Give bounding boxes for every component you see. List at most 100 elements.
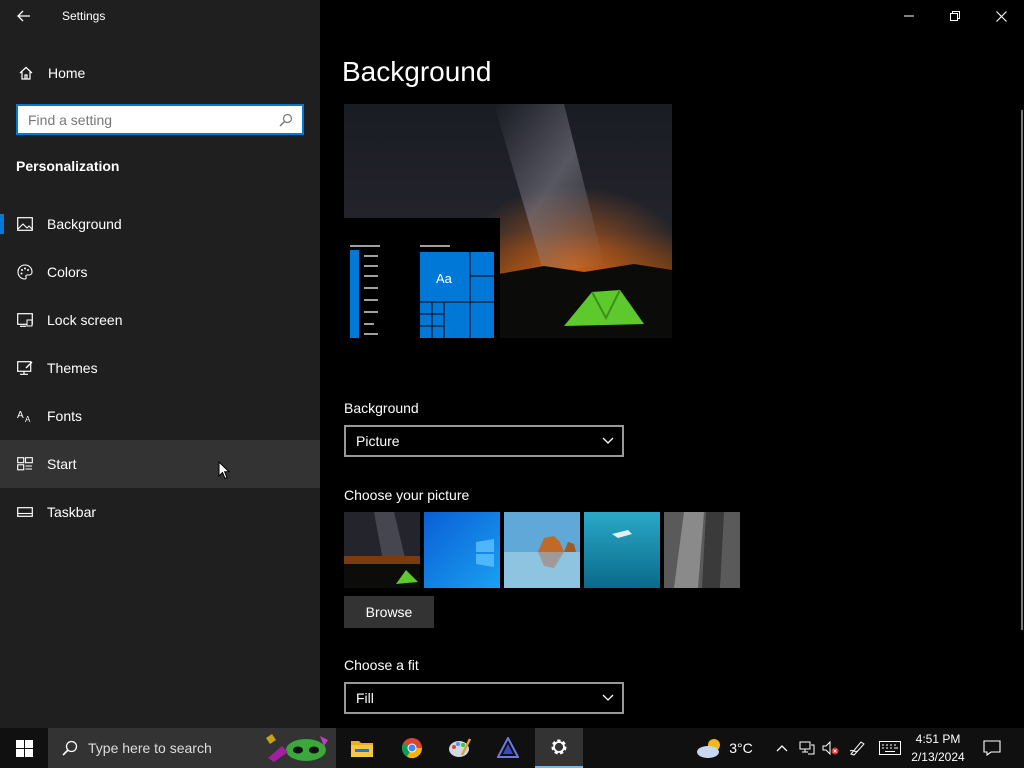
taskbar-clock[interactable]: 4:51 PM 2/13/2024 [900,730,976,766]
main-content: Background Aa Background Picture Choose … [320,0,1024,728]
search-icon[interactable] [276,110,296,130]
sidebar-item-fonts[interactable]: AA Fonts [0,392,320,440]
desktop-preview-image: Aa [344,104,672,338]
file-explorer-taskbar-button[interactable] [338,728,386,768]
page-title: Background [342,56,492,87]
start-button[interactable] [0,728,48,768]
app-title: Settings [62,9,106,23]
taskbar-icon [16,503,34,521]
taskbar-search[interactable]: Type here to search [48,728,336,768]
restore-icon [950,11,960,21]
sidebar-item-themes[interactable]: Themes [0,344,320,392]
title-bar: Settings [0,0,320,32]
network-tray-icon[interactable] [796,728,818,768]
scrollbar[interactable] [1021,110,1023,630]
chrome-taskbar-button[interactable] [388,728,436,768]
lock-screen-icon [16,311,34,329]
show-hidden-icons-button[interactable] [772,728,792,768]
home-icon [17,64,35,82]
sidebar-item-label: Start [47,456,77,472]
minimize-button[interactable] [886,0,932,32]
clock-date: 2/13/2024 [911,750,965,764]
mouse-cursor-icon [218,461,230,480]
pen-tray-icon[interactable] [846,728,870,768]
keyboard-icon [879,741,901,755]
sidebar-item-background[interactable]: Background [0,200,320,248]
sidebar-item-lock-screen[interactable]: Lock screen [0,296,320,344]
sidebar-item-taskbar[interactable]: Taskbar [0,488,320,536]
palette-icon [16,263,34,281]
setting-search-box[interactable] [16,104,304,135]
gear-icon [551,739,567,755]
choose-fit-label: Choose a fit [344,657,419,673]
picture-icon [16,215,34,233]
background-type-label: Background [344,400,419,416]
setting-search-input[interactable] [18,106,276,133]
folder-icon [351,741,373,757]
sidebar-item-colors[interactable]: Colors [0,248,320,296]
sidebar-item-label: Lock screen [47,312,123,328]
close-icon [995,10,1007,22]
fonts-icon: AA [16,407,34,425]
restore-button[interactable] [932,0,978,32]
chevron-down-icon [602,694,614,701]
sidebar-item-label: Fonts [47,408,83,424]
sidebar-item-label: Background [47,216,122,232]
personalization-nav: Background Colors Lock screen Themes AA … [0,200,320,536]
svg-text:A: A [17,410,24,421]
paint-palette-icon [449,738,472,757]
volume-tray-icon[interactable] [820,728,842,768]
action-center-button[interactable] [978,728,1006,768]
notification-icon [983,740,1001,756]
paint-taskbar-button[interactable] [436,728,484,768]
thumbnail-windows-blue[interactable] [424,512,500,588]
minimize-icon [904,15,914,17]
chrome-icon [401,738,423,759]
sidebar-item-start[interactable]: Start [0,440,320,488]
thumbnail-milky-way-tent[interactable] [344,512,420,588]
choose-picture-label: Choose your picture [344,487,470,503]
close-button[interactable] [978,0,1024,32]
section-title: Personalization [16,158,120,174]
back-arrow-icon [17,10,30,22]
windows-logo-icon [15,739,33,757]
background-preview: Aa [344,104,672,338]
partly-cloudy-icon [697,739,720,758]
triangle-app-icon [497,737,519,758]
network-icon [799,741,815,755]
home-label: Home [48,65,86,81]
choose-fit-dropdown[interactable]: Fill [344,682,624,714]
thumbnail-underwater-swimmer[interactable] [584,512,660,588]
weather-widget[interactable] [694,728,726,768]
pen-icon [849,741,865,756]
browse-button[interactable]: Browse [344,596,434,628]
home-nav-item[interactable]: Home [0,56,320,90]
sidebar-item-label: Taskbar [47,504,97,520]
settings-sidebar: Settings Home Personalization Background… [0,0,320,728]
thumbnail-rock-cliff[interactable] [664,512,740,588]
settings-taskbar-button[interactable] [535,728,583,768]
background-type-dropdown[interactable]: Picture [344,425,624,457]
taskbar-search-placeholder: Type here to search [88,740,212,756]
start-icon [16,455,34,473]
svg-text:A: A [25,415,31,423]
picture-thumbnails [344,512,740,588]
themes-icon [16,359,34,377]
app-taskbar-button[interactable] [484,728,532,768]
chevron-up-icon [776,745,788,752]
festive-mask-icon [266,734,328,762]
sidebar-item-label: Colors [47,264,88,280]
volume-muted-icon [822,741,839,755]
chevron-down-icon [602,437,614,444]
search-icon [60,738,80,758]
choose-fit-value: Fill [356,690,374,706]
window-controls [886,0,1024,32]
back-button[interactable] [10,5,38,27]
sidebar-item-label: Themes [47,360,98,376]
clock-time: 4:51 PM [915,732,961,746]
taskbar: Type here to search 3°C 4:51 PM 2/13/202… [0,728,1024,768]
weather-temp[interactable]: 3°C [726,728,756,768]
preview-sample-text: Aa [436,271,453,286]
thumbnail-beach-rocks[interactable] [504,512,580,588]
weather-temp-text: 3°C [729,740,753,756]
